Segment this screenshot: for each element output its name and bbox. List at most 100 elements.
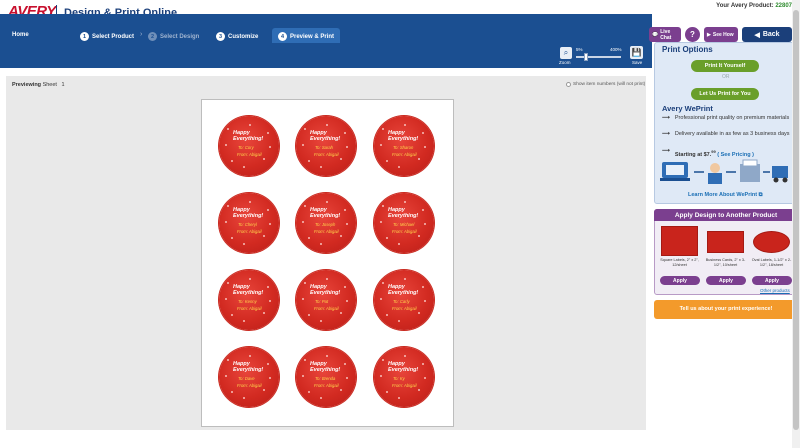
printer-icon	[740, 164, 760, 182]
learn-more-label: Learn More About WePrint	[688, 192, 758, 198]
other-products-link[interactable]: Other products	[760, 288, 790, 293]
sparkle-icon	[380, 375, 382, 377]
show-item-numbers-label: Show item numbers (will not print)	[573, 82, 646, 87]
sparkle-icon	[304, 359, 306, 361]
sparkle-icon	[227, 282, 229, 284]
label-text-3: From: Abigail	[237, 306, 262, 311]
zoom-icon[interactable]: ⌕	[560, 47, 572, 59]
help-button[interactable]: ?	[685, 27, 700, 42]
sparkle-icon	[404, 278, 406, 280]
label-text-3: From: Abigail	[392, 383, 417, 388]
step-label: Select Product	[92, 33, 135, 40]
sparkle-icon	[302, 144, 304, 146]
round-label: Happy Everything! To: Sarah From: Abigail	[296, 116, 356, 176]
step-select-design[interactable]: 2 Select Design	[148, 30, 199, 43]
back-button[interactable]: ◀ Back	[742, 27, 792, 42]
label-text-2: To: Cory	[238, 145, 254, 150]
save-icon[interactable]: 💾	[630, 46, 643, 59]
sparkle-icon	[243, 166, 245, 168]
sparkle-icon	[227, 128, 229, 130]
sparkle-icon	[386, 160, 388, 162]
oval-label-thumbnail	[753, 231, 790, 253]
sparkle-icon	[227, 205, 229, 207]
sparkle-icon	[225, 298, 227, 300]
zoom-slider-track[interactable]	[576, 56, 621, 58]
sparkle-icon	[386, 391, 388, 393]
sparkle-icon	[382, 205, 384, 207]
label-text-1: Happy Everything!	[233, 361, 264, 373]
show-item-numbers-toggle[interactable]: Show item numbers (will not print)	[566, 82, 645, 87]
sparkle-icon	[398, 243, 400, 245]
sparkle-icon	[386, 314, 388, 316]
sparkle-icon	[231, 160, 233, 162]
feedback-button[interactable]: Tell us about your print experience!	[654, 300, 798, 319]
sparkle-icon	[340, 389, 342, 391]
sparkle-icon	[263, 389, 265, 391]
step-label: Select Design	[160, 33, 200, 40]
print-it-yourself-button[interactable]: Print It Yourself	[691, 60, 759, 72]
apply-button[interactable]: Apply	[706, 276, 746, 285]
label-text-2: To: Pat	[315, 299, 329, 304]
round-label: Happy Everything! To: Joseph From: Abigail	[296, 193, 356, 253]
round-label: Happy Everything! To: Cory From: Abigail	[219, 116, 279, 176]
page-scrollbar[interactable]	[792, 0, 800, 448]
sparkle-icon	[418, 235, 420, 237]
print-options-title: Print Options	[662, 45, 713, 54]
chat-icon: 💬	[652, 31, 659, 38]
label-text-2: To: Brenda	[315, 376, 336, 381]
label-text-1: Happy Everything!	[233, 284, 264, 296]
let-us-print-button[interactable]: Let Us Print for You	[691, 88, 759, 100]
radio-icon[interactable]	[566, 82, 571, 87]
round-label: Happy Everything! To: Cheryl From: Abigail	[219, 193, 279, 253]
sparkle-icon	[326, 201, 328, 203]
business-card-thumbnail	[707, 231, 744, 253]
step-select-product[interactable]: 1 Select Product	[80, 30, 134, 43]
weprint-bullet: ⟶ Delivery available in as few as 3 busi…	[662, 131, 794, 138]
step-preview-print[interactable]: 4 Preview & Print	[278, 30, 334, 43]
zoom-slider-thumb[interactable]	[584, 53, 588, 61]
label-text-3: From: Abigail	[314, 306, 339, 311]
arrow-left-icon: ◀	[754, 31, 760, 39]
sparkle-icon	[404, 124, 406, 126]
product-card-business[interactable]: Business Cards, 2" x 3-1/2", 10/sheet	[703, 224, 748, 274]
sparkle-icon	[382, 359, 384, 361]
apply-button[interactable]: Apply	[752, 276, 792, 285]
sparkle-icon	[225, 221, 227, 223]
step-number: 1	[80, 32, 89, 41]
sparkle-icon	[380, 144, 382, 146]
arrow-right-icon: ⟶	[662, 131, 670, 137]
step-customize[interactable]: 3 Customize	[216, 30, 258, 43]
sparkle-icon	[382, 128, 384, 130]
sparkle-icon	[418, 389, 420, 391]
sparkle-icon	[249, 201, 251, 203]
label-text-2: To: Ky	[393, 376, 405, 381]
step-number: 2	[148, 32, 157, 41]
label-text-3: From: Abigail	[314, 383, 339, 388]
round-label: Happy Everything! To: Michael From: Abigai…	[374, 193, 434, 253]
sparkle-icon	[231, 314, 233, 316]
product-card-square[interactable]: Square Labels, 2" x 2", 12/sheet	[657, 224, 702, 274]
sparkle-icon	[380, 221, 382, 223]
sparkle-icon	[227, 359, 229, 361]
home-link[interactable]: Home	[12, 32, 29, 38]
apply-button[interactable]: Apply	[660, 276, 700, 285]
sparkle-icon	[304, 128, 306, 130]
weprint-title: Avery WePrint	[662, 104, 713, 113]
step-number: 4	[278, 32, 287, 41]
sparkle-icon	[263, 235, 265, 237]
sparkle-icon	[398, 166, 400, 168]
zoom-min-label: 5%	[576, 47, 583, 52]
sparkle-icon	[304, 282, 306, 284]
see-pricing-link[interactable]: ( See Pricing )	[717, 152, 754, 158]
product-card-oval[interactable]: Oval Labels, 1-1/2" x 2-1/2", 18/sheet	[749, 224, 794, 274]
learn-more-weprint-link[interactable]: Learn More About WePrint ⧉	[688, 192, 763, 199]
see-how-button[interactable]: ▶ See How	[704, 27, 738, 42]
sparkle-icon	[249, 355, 251, 357]
round-label: Happy Everything! To: Brenda From: Abigail	[296, 347, 356, 407]
round-label: Happy Everything! To: Pat From: Abigail	[296, 270, 356, 330]
product-caption: Business Cards, 2" x 3-1/2", 10/sheet	[705, 258, 746, 267]
sparkle-icon	[382, 282, 384, 284]
live-chat-button[interactable]: 💬 Live Chat	[649, 27, 681, 42]
step-number: 3	[216, 32, 225, 41]
sparkle-icon	[225, 144, 227, 146]
